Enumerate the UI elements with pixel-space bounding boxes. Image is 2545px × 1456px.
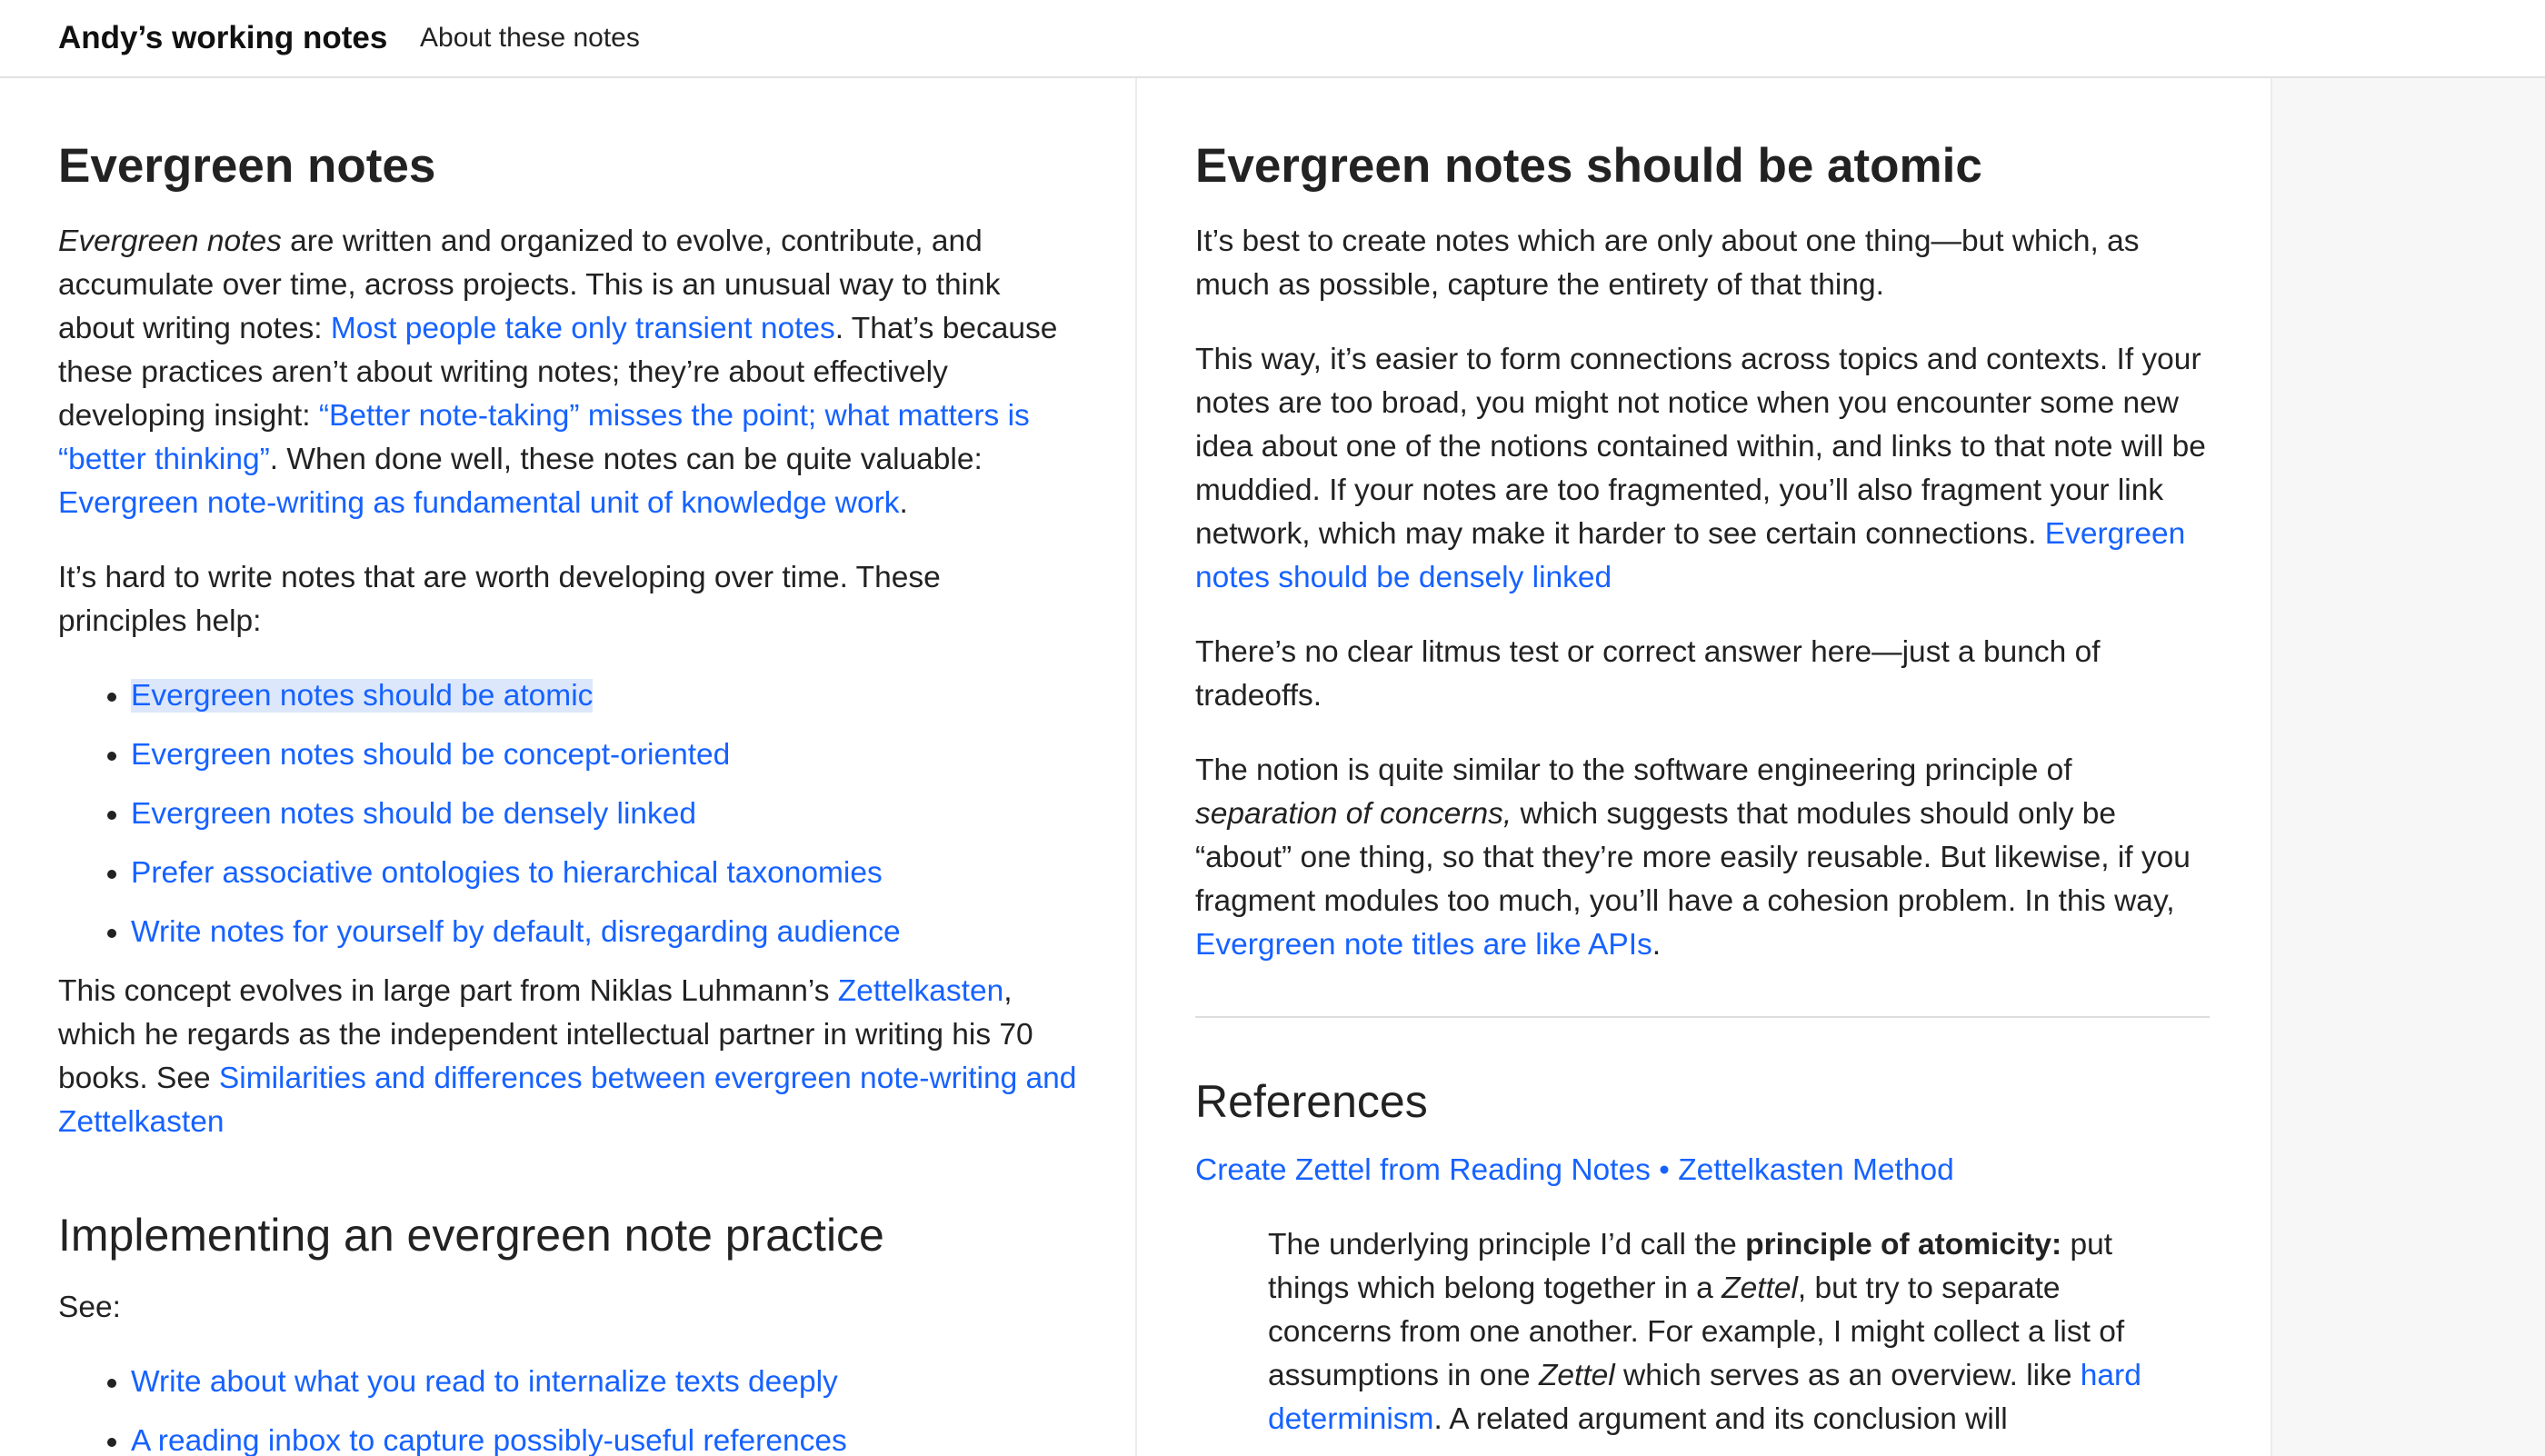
references-section: References Create Zettel from Reading No… bbox=[1195, 1074, 2212, 1441]
note-title: Evergreen notes bbox=[58, 139, 436, 193]
list-item: Evergreen notes should be concept-orient… bbox=[131, 733, 1077, 777]
references-heading: References bbox=[1195, 1076, 1428, 1127]
note-body: It’s best to create notes which are only… bbox=[1195, 220, 2212, 967]
link-list: Write about what you read to internalize… bbox=[58, 1361, 1077, 1456]
note-link[interactable]: Most people take only transient notes bbox=[331, 312, 835, 345]
note-link[interactable]: Evergreen note-writing as fundamental un… bbox=[58, 486, 900, 520]
text: The notion is quite similar to the softw… bbox=[1195, 753, 2072, 787]
reference-quote: The underlying principle I’d call the pr… bbox=[1195, 1223, 2159, 1441]
note-link[interactable]: Evergreen notes should be densely linked bbox=[131, 797, 696, 831]
list-item: Evergreen notes should be atomic bbox=[131, 674, 1077, 718]
list-item: Write notes for yourself by default, dis… bbox=[131, 911, 1077, 954]
list-item: A reading inbox to capture possibly-usef… bbox=[131, 1420, 1077, 1456]
note-link[interactable]: Write about what you read to internalize… bbox=[131, 1365, 838, 1399]
text: which serves as an overview. like bbox=[1614, 1359, 2081, 1392]
nav-about-link[interactable]: About these notes bbox=[420, 23, 640, 54]
paragraph: This concept evolves in large part from … bbox=[58, 970, 1077, 1144]
paragraph: It’s best to create notes which are only… bbox=[1195, 220, 2212, 307]
note-body: Evergreen notes are written and organize… bbox=[58, 220, 1077, 1456]
paragraph: Evergreen notes are written and organize… bbox=[58, 220, 1077, 525]
paragraph: The notion is quite similar to the softw… bbox=[1195, 749, 2212, 967]
emphasis-text: Zettel bbox=[1722, 1272, 1798, 1305]
note-pane-evergreen-notes: Evergreen notes Evergreen notes are writ… bbox=[0, 78, 1137, 1456]
note-link[interactable]: Create Zettel from Reading Notes • Zette… bbox=[1195, 1153, 1954, 1187]
note-link[interactable]: Write notes for yourself by default, dis… bbox=[131, 915, 901, 949]
note-title: Evergreen notes should be atomic bbox=[1195, 139, 1982, 193]
site-title[interactable]: Andy’s working notes bbox=[58, 20, 387, 56]
text: There’s no clear litmus test or correct … bbox=[1195, 635, 2101, 713]
text: This concept evolves in large part from … bbox=[58, 974, 838, 1008]
emphasis-text: Zettel bbox=[1538, 1359, 1615, 1392]
emphasis-text: separation of concerns, bbox=[1195, 797, 1512, 831]
empty-pane-area bbox=[2272, 78, 2545, 1456]
note-link[interactable]: A reading inbox to capture possibly-usef… bbox=[131, 1424, 847, 1456]
paragraph: There’s no clear litmus test or correct … bbox=[1195, 631, 2212, 718]
text: . When done well, these notes can be qui… bbox=[269, 443, 983, 476]
list-item: Evergreen notes should be densely linked bbox=[131, 793, 1077, 836]
paragraph: This way, it’s easier to form connection… bbox=[1195, 338, 2212, 600]
text: It’s hard to write notes that are worth … bbox=[58, 561, 941, 638]
text: . bbox=[899, 486, 908, 520]
note-link[interactable]: Prefer associative ontologies to hierarc… bbox=[131, 856, 883, 890]
note-pane-atomic: Evergreen notes should be atomic It’s be… bbox=[1137, 78, 2272, 1456]
note-link[interactable]: Zettelkasten bbox=[838, 974, 1003, 1008]
divider bbox=[1195, 1016, 2210, 1018]
note-link[interactable]: Evergreen notes should be atomic bbox=[131, 679, 594, 713]
text: . bbox=[1652, 928, 1662, 962]
site-header: Andy’s working notes About these notes bbox=[0, 0, 2545, 78]
text: . A related argument and its conclusion … bbox=[1433, 1402, 2008, 1436]
text: See: bbox=[58, 1291, 121, 1324]
section-heading: Implementing an evergreen note practice bbox=[58, 1210, 884, 1261]
text: The underlying principle I’d call the bbox=[1268, 1228, 1746, 1262]
list-item: Write about what you read to internalize… bbox=[131, 1361, 1077, 1404]
text: It’s best to create notes which are only… bbox=[1195, 224, 2140, 302]
paragraph: See: bbox=[58, 1286, 1077, 1330]
paragraph: It’s hard to write notes that are worth … bbox=[58, 556, 1077, 643]
note-link[interactable]: Evergreen notes should be concept-orient… bbox=[131, 738, 730, 772]
reference-source: Create Zettel from Reading Notes • Zette… bbox=[1195, 1149, 2212, 1192]
bold-text: principle of atomicity: bbox=[1745, 1228, 2062, 1262]
note-link[interactable]: Evergreen note titles are like APIs bbox=[1195, 928, 1652, 962]
emphasis-text: Evergreen notes bbox=[58, 224, 282, 258]
link-list: Evergreen notes should be atomic Evergree… bbox=[58, 674, 1077, 954]
list-item: Prefer associative ontologies to hierarc… bbox=[131, 852, 1077, 895]
